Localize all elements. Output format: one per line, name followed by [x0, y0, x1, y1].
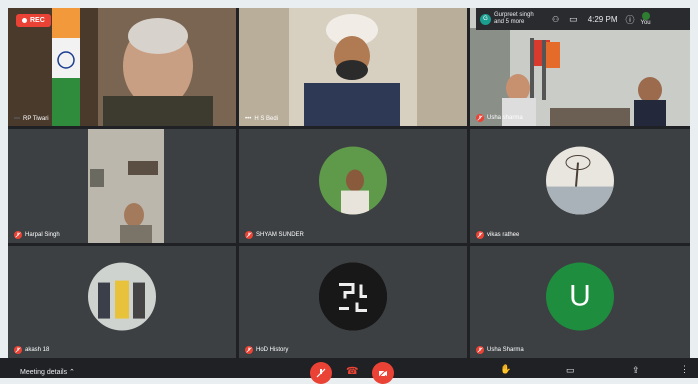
video-feed: [239, 8, 467, 126]
meeting-controls-bar: Meeting details ⌃ ☎ ✋ ▭ ⇪ ⋮: [0, 358, 698, 384]
video-tile-vikas-rathee[interactable]: vikas rathee: [470, 129, 690, 243]
mic-off-icon: [476, 346, 484, 354]
video-tile-harpal-singh[interactable]: Harpal Singh: [8, 129, 236, 243]
avatar: [546, 146, 614, 215]
video-tile-shyam-sunder[interactable]: SHYAM SUNDER: [239, 129, 467, 243]
more-options-icon[interactable]: ⋮: [680, 364, 689, 375]
mic-off-icon: [245, 231, 253, 239]
meeting-details-button[interactable]: Meeting details ⌃: [20, 368, 75, 376]
camera-toggle-button[interactable]: [372, 362, 394, 384]
meeting-details-label: Meeting details: [20, 369, 68, 376]
participant-name-label: vikas rathee: [487, 232, 520, 238]
self-avatar-icon: [641, 12, 650, 20]
raise-hand-icon[interactable]: ✋: [500, 364, 511, 375]
participant-name: Harpal Singh: [14, 231, 60, 239]
participant-name: ⋯ RP Tiwari: [14, 115, 49, 123]
you-label: You: [640, 20, 651, 26]
mic-off-icon: [245, 346, 253, 354]
more-dots-icon: •••: [245, 116, 252, 122]
video-tile-akash-18[interactable]: akash 18: [8, 246, 236, 358]
info-icon[interactable]: ⓘ: [625, 13, 634, 26]
participant-name-label: Harpal Singh: [25, 232, 60, 238]
participant-name: ••• H S Bedi: [245, 116, 278, 122]
logo-icon: [319, 262, 387, 331]
recording-badge: REC: [16, 14, 51, 27]
participant-name: SHYAM SUNDER: [245, 231, 304, 239]
participant-name-label: HoD History: [256, 347, 289, 353]
video-feed: [8, 129, 236, 243]
mic-off-icon: [476, 114, 484, 122]
avatar: [319, 262, 387, 331]
participant-name: HoD History: [245, 346, 288, 354]
participant-name-label: SHYAM SUNDER: [256, 232, 304, 238]
video-tile-rp-tiwari[interactable]: REC ⋯ RP Tiwari: [8, 8, 236, 126]
avatar: [319, 146, 387, 215]
avatar-photo: [319, 146, 387, 215]
participant-name: Usha sharma: [476, 114, 523, 122]
mic-off-icon: [14, 346, 22, 354]
mic-off-icon: [14, 231, 22, 239]
video-tile-hs-bedi[interactable]: ••• H S Bedi: [239, 8, 467, 126]
chevron-up-icon: ⌃: [69, 369, 75, 376]
captions-icon[interactable]: ▭: [566, 365, 575, 376]
video-tile-usha-sharma-2[interactable]: U Usha Sharma: [470, 246, 690, 358]
participants-label: Gurpreet singh and 5 more: [494, 12, 534, 25]
participant-name: Usha Sharma: [476, 346, 524, 354]
clock-time: 4:29 PM: [587, 14, 618, 24]
participant-name: vikas rathee: [476, 231, 519, 239]
chat-icon[interactable]: ▭: [569, 14, 578, 25]
mic-off-icon: [476, 231, 484, 239]
avatar-photo: [88, 262, 156, 331]
camera-off-icon: [378, 368, 388, 378]
participant-name-label: H S Bedi: [254, 116, 278, 122]
record-dot-icon: [22, 18, 27, 23]
video-tile-usha-sharma[interactable]: G Gurpreet singh and 5 more ⚇ ▭ 4:29 PM ⓘ…: [470, 8, 690, 126]
participant-name: akash 18: [14, 346, 49, 354]
avatar: [88, 262, 156, 331]
participant-name-label: akash 18: [25, 347, 50, 353]
participant-avatar-icon: G: [480, 13, 491, 25]
avatar-letter: U: [569, 279, 591, 313]
video-tile-hod-history[interactable]: HoD History: [239, 246, 467, 358]
participant-name-label: Usha Sharma: [487, 347, 524, 353]
avatar: U: [546, 262, 614, 331]
participant-name-label: RP Tiwari: [23, 115, 49, 122]
meeting-stage: REC ⋯ RP Tiwari ••• H S Bedi G Gurpreet …: [8, 8, 690, 378]
recording-label: REC: [30, 17, 45, 24]
end-call-icon[interactable]: ☎: [346, 366, 358, 377]
mic-off-icon: [316, 368, 326, 378]
audio-wave-icon: ⋯: [14, 116, 20, 122]
self-view: You: [641, 12, 651, 26]
participant-name-label: Usha sharma: [487, 115, 523, 121]
avatar-photo: [546, 146, 614, 215]
present-icon[interactable]: ⇪: [632, 365, 640, 376]
participants-count-icon[interactable]: ⚇: [552, 15, 559, 24]
mic-toggle-button[interactable]: [310, 362, 332, 384]
meeting-topbar: G Gurpreet singh and 5 more ⚇ ▭ 4:29 PM ⓘ…: [476, 8, 690, 30]
participants-chip[interactable]: G Gurpreet singh and 5 more: [480, 12, 542, 26]
